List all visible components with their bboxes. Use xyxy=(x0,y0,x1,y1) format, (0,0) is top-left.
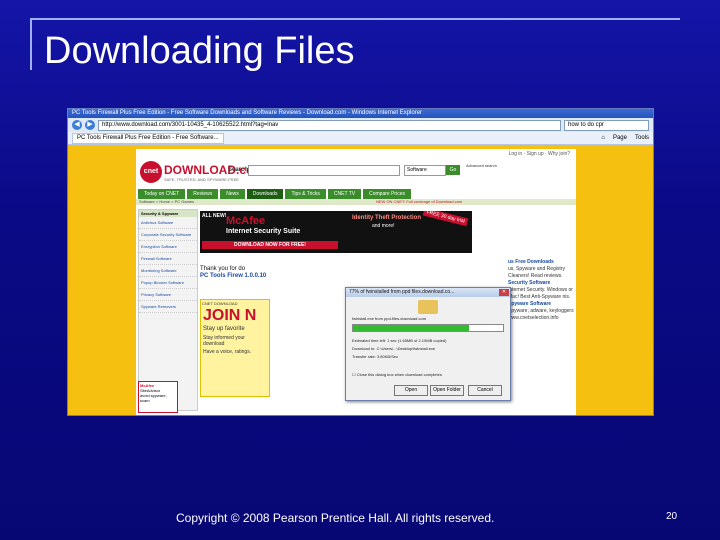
site-search-input[interactable] xyxy=(248,165,400,176)
sponsored-item[interactable]: Spyware Software Spyware, adware, keylogg… xyxy=(508,301,574,322)
sidebar-item-corporate-security[interactable]: Corporate Security Software xyxy=(139,229,197,241)
slide-number: 20 xyxy=(666,511,678,522)
ad-brand: McAfee xyxy=(226,215,266,227)
promo-stay: Stay up favorite xyxy=(203,326,245,332)
thank-you-text: Thank you for do xyxy=(200,266,246,272)
account-links[interactable]: Log in · Sign up · Why join? xyxy=(509,151,570,157)
mcafee-ad-banner[interactable]: ALL NEW! McAfee Internet Security Suite … xyxy=(200,211,472,253)
nav-tab-downloads[interactable]: Downloads xyxy=(246,189,284,199)
ad-product: Internet Security Suite xyxy=(226,228,301,235)
browser-search-field[interactable]: how to do cpr xyxy=(564,119,649,131)
sidebar-item-privacy[interactable]: Privacy Software xyxy=(139,289,197,301)
close-option-label: Close this dialog box when download comp… xyxy=(356,372,442,377)
transfer-rate: Transfer rate: 3.80KB/Sec xyxy=(352,354,399,359)
ad-download-button[interactable]: DOWNLOAD NOW FOR FREE! xyxy=(202,241,338,249)
nav-tab-reviews[interactable]: Reviews xyxy=(187,189,219,199)
siteadvisor-ad[interactable]: McAfee SiteAdvisor avoid spyware, scam xyxy=(138,381,178,413)
site-nav: Today on CNET Reviews News Downloads Tip… xyxy=(138,189,411,199)
download-progress-bar xyxy=(352,324,504,332)
open-folder-button[interactable]: Open Folder xyxy=(430,385,464,396)
ad-free-badge: FREE 30 day trial xyxy=(422,211,469,227)
sidebar-item-monitoring[interactable]: Monitoring Software xyxy=(139,265,197,277)
search-label: Search: xyxy=(228,167,251,173)
browser-title-bar: PC Tools Firewall Plus Free Edition - Fr… xyxy=(68,109,653,118)
address-bar-row: ◀ ▶ http://www.download.com/3001-10435_4… xyxy=(68,118,653,132)
dialog-title-text: 77% of fwinstalled from ppd files.downlo… xyxy=(349,289,455,295)
home-icon[interactable]: ⌂ xyxy=(601,135,605,141)
time-left: Estimated time left: 1 sec (1.65MB of 2.… xyxy=(352,338,447,343)
page-menu[interactable]: Page xyxy=(613,135,627,141)
progress-fill xyxy=(353,325,469,331)
join-promo: CNET DOWNLOAD JOIN N Stay up favorite St… xyxy=(200,299,270,397)
ad-more: and more! xyxy=(372,223,395,229)
sponsored-links: us Free Downloads us, Spyware and Registr… xyxy=(508,259,574,322)
go-button[interactable]: Go xyxy=(446,165,460,175)
cnet-logo-icon[interactable]: cnet xyxy=(140,161,162,183)
search-scope-select[interactable]: Software xyxy=(404,165,446,176)
promo-voice: Have a voice, ratings. xyxy=(203,349,252,355)
ad-headline: Identity Theft Protection xyxy=(352,215,421,221)
breadcrumb[interactable]: Software > Home > PC Games xyxy=(139,199,194,204)
site-tagline: SAFE, TRUSTED, AND SPYWARE-FREE xyxy=(164,177,239,182)
open-button[interactable]: Open xyxy=(394,385,428,396)
siteadvisor-text: avoid spyware, scam xyxy=(140,393,167,403)
cancel-button[interactable]: Cancel xyxy=(468,385,502,396)
sponsored-item[interactable]: us Free Downloads us, Spyware and Registr… xyxy=(508,259,574,280)
folder-icon xyxy=(418,300,438,314)
sidebar-item-encryption[interactable]: Encryption Software xyxy=(139,241,197,253)
slide-title: Downloading Files xyxy=(44,30,355,72)
promo-heading: CNET DOWNLOAD xyxy=(202,301,238,306)
tools-menu[interactable]: Tools xyxy=(635,135,649,141)
promo-info: Stay informed your download xyxy=(203,335,245,347)
sponsored-item[interactable]: Security Software Internet Security. Wind… xyxy=(508,280,574,301)
address-field[interactable]: http://www.download.com/3001-10435_4-106… xyxy=(98,119,561,131)
promo-join[interactable]: JOIN N xyxy=(201,307,269,325)
product-name: PC Tools Firew 1.0.0.10 xyxy=(200,273,267,279)
forward-arrow-icon[interactable]: ▶ xyxy=(85,120,95,130)
sidebar-heading: Security & Spyware xyxy=(139,210,197,217)
sidebar-item-antivirus[interactable]: Antivirus Software xyxy=(139,217,197,229)
ad-new-label: ALL NEW! xyxy=(202,213,227,219)
dialog-title: 77% of fwinstalled from ppd files.downlo… xyxy=(346,288,510,297)
news-link[interactable]: NEW ON CNET: Full coverage of Download.c… xyxy=(376,199,462,204)
nav-tab-today[interactable]: Today on CNET xyxy=(138,189,186,199)
nav-tab-tips[interactable]: Tips & Tricks xyxy=(285,189,326,199)
subnav-bar xyxy=(136,199,576,205)
command-bar: ⌂ Page Tools xyxy=(601,135,649,141)
nav-tab-compare[interactable]: Compare Prices xyxy=(363,189,411,199)
sidebar-item-popup-blocker[interactable]: Popup Blocker Software xyxy=(139,277,197,289)
download-progress-dialog: 77% of fwinstalled from ppd files.downlo… xyxy=(345,287,511,401)
back-arrow-icon[interactable]: ◀ xyxy=(72,120,82,130)
close-icon[interactable]: ✕ xyxy=(499,289,509,296)
nav-tab-cnettv[interactable]: CNET TV xyxy=(327,189,362,199)
dialog-source: fwinstall.exe from ppd-files.download.co… xyxy=(352,316,427,321)
sidebar-item-firewall[interactable]: Firewall Software xyxy=(139,253,197,265)
nav-tab-news[interactable]: News xyxy=(220,189,245,199)
browser-screenshot: PC Tools Firewall Plus Free Edition - Fr… xyxy=(67,108,654,416)
copyright-footer: Copyright © 2008 Pearson Prentice Hall. … xyxy=(176,511,495,525)
advanced-search-link[interactable]: Advanced search xyxy=(466,163,506,168)
close-when-complete-checkbox[interactable]: ☐ Close this dialog box when download co… xyxy=(352,372,442,377)
tab-bar: PC Tools Firewall Plus Free Edition - Fr… xyxy=(68,132,653,145)
download-to: Download to: C:\Users\...\Desktop\fwinst… xyxy=(352,346,436,351)
tab-current[interactable]: PC Tools Firewall Plus Free Edition - Fr… xyxy=(72,132,224,144)
sidebar-item-spyware-removers[interactable]: Spyware Removers xyxy=(139,301,197,313)
